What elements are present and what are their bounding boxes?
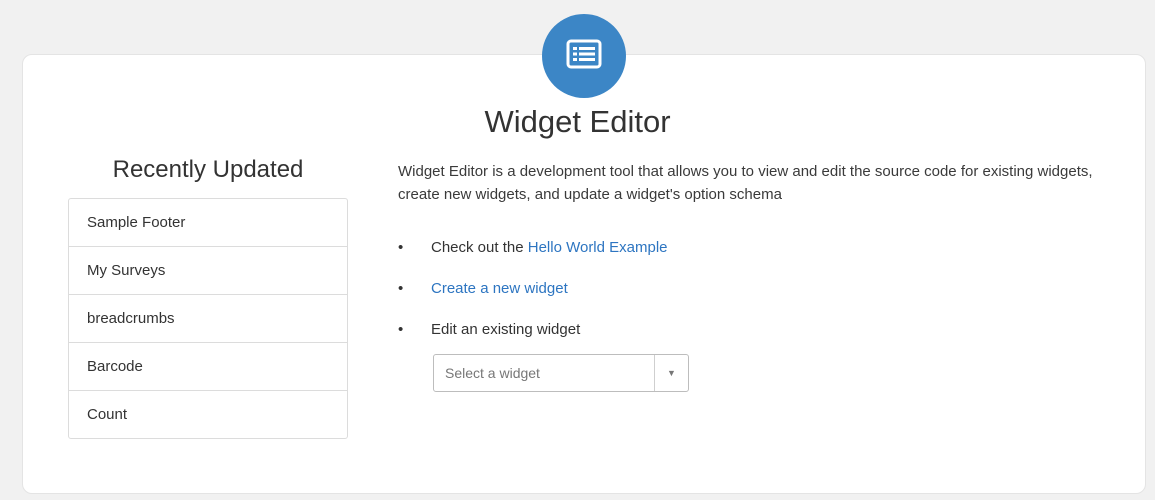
bullet-marker: • <box>398 321 404 338</box>
widget-select[interactable]: Select a widget ▼ <box>433 354 689 392</box>
create-new-widget-link[interactable]: Create a new widget <box>431 280 568 297</box>
recently-updated-list: Sample Footer My Surveys breadcrumbs Bar… <box>68 198 348 439</box>
list-view-icon <box>566 39 602 74</box>
recent-item-my-surveys[interactable]: My Surveys <box>69 247 347 295</box>
bullet-marker: • <box>398 280 404 297</box>
recent-item-breadcrumbs[interactable]: breadcrumbs <box>69 295 347 343</box>
hello-world-prefix: Check out the <box>431 239 528 256</box>
list-item: • Create a new widget <box>398 277 568 301</box>
page-description: Widget Editor is a development tool that… <box>398 163 1093 203</box>
widget-select-placeholder: Select a widget <box>445 365 540 381</box>
widget-editor-badge <box>542 14 626 98</box>
recently-updated-heading: Recently Updated <box>112 156 304 183</box>
page-title: Widget Editor <box>484 104 671 139</box>
chevron-down-icon[interactable]: ▼ <box>655 355 688 391</box>
hello-world-example-link[interactable]: Hello World Example <box>528 239 668 256</box>
list-item: • Edit an existing widget <box>398 318 580 342</box>
bullet-marker: • <box>398 239 404 256</box>
recent-item-sample-footer[interactable]: Sample Footer <box>69 199 347 247</box>
list-item: • Check out the Hello World Example <box>398 236 668 260</box>
recent-item-barcode[interactable]: Barcode <box>69 343 347 391</box>
edit-existing-widget-text: Edit an existing widget <box>431 321 581 338</box>
recent-item-count[interactable]: Count <box>69 391 347 438</box>
